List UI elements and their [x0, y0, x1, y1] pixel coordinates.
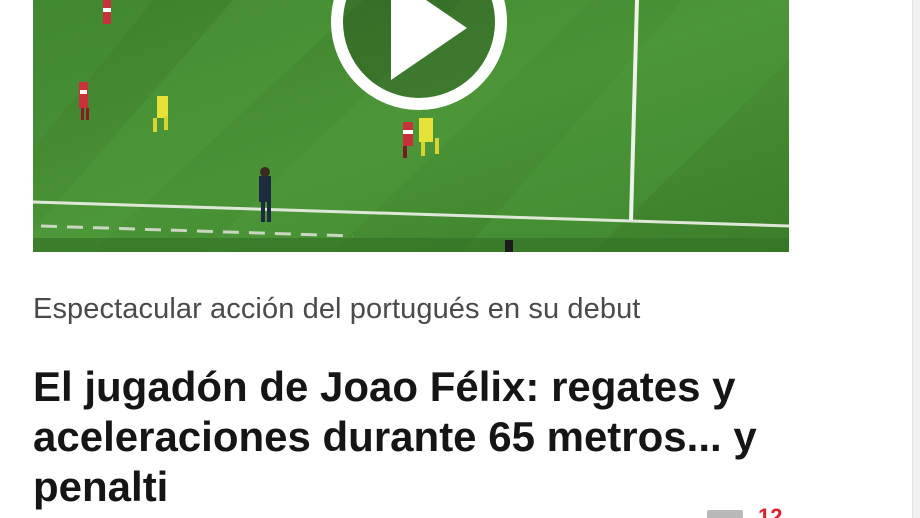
video-player[interactable] — [33, 0, 789, 252]
article-headline[interactable]: El jugadón de Joao Félix: regates y acel… — [33, 362, 793, 512]
comment-icon[interactable] — [707, 510, 743, 518]
scrollbar-track[interactable] — [912, 0, 920, 518]
comments-count[interactable]: 12 — [758, 506, 782, 518]
news-card: Espectacular acción del portugués en su … — [0, 0, 920, 518]
play-icon[interactable] — [327, 0, 511, 114]
article-subtitle: Espectacular acción del portugués en su … — [33, 293, 641, 325]
